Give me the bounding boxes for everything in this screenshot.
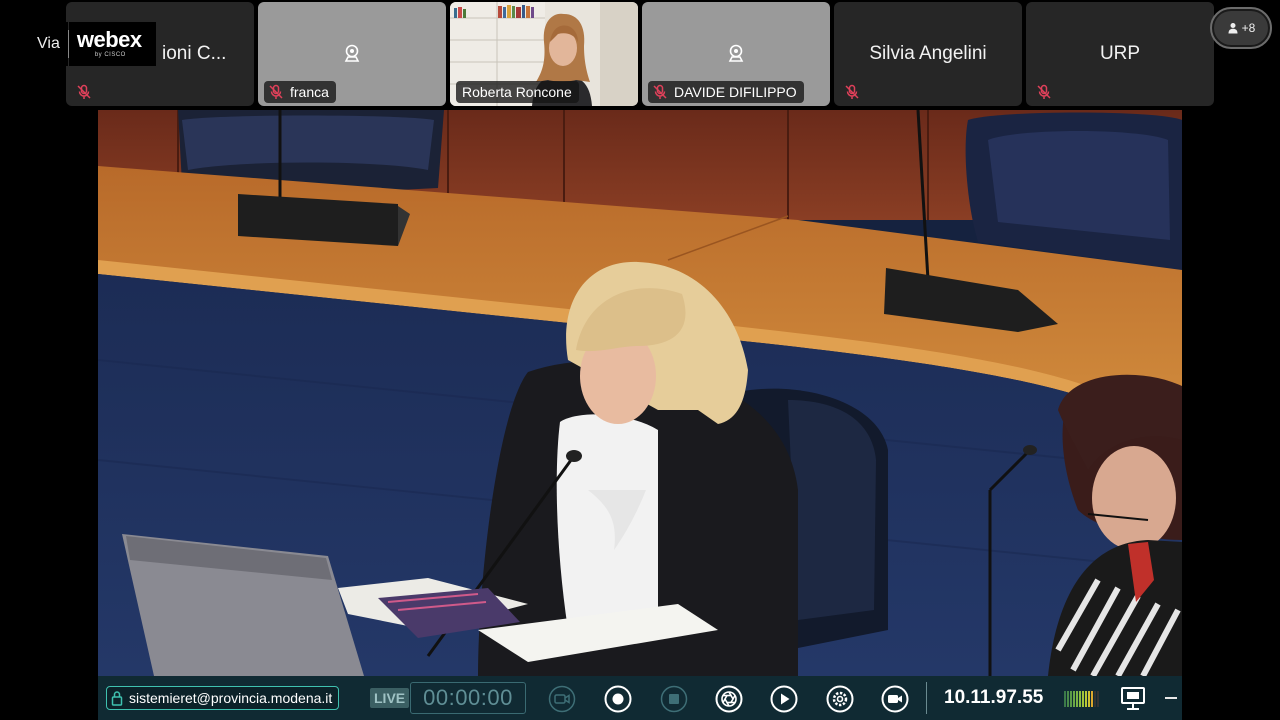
participant-name: franca: [290, 84, 329, 100]
lock-icon: [111, 691, 123, 706]
stream-timer: 00:00:00: [410, 682, 526, 714]
mic-off-icon: [1037, 84, 1051, 99]
play-icon: [770, 685, 798, 713]
record-button[interactable]: [604, 685, 632, 713]
monitor-button[interactable]: [1119, 685, 1147, 713]
via-label: Via: [0, 22, 68, 66]
mic-off-icon: [845, 84, 859, 99]
camera-placeholder-icon: [344, 44, 360, 62]
participant-name: Roberta Roncone: [462, 84, 572, 100]
camera-icon: [881, 685, 909, 713]
live-indicator: LIVE: [370, 688, 410, 708]
mic-off-icon: [269, 84, 283, 99]
webex-wordmark: webex: [76, 27, 142, 52]
settings-button[interactable]: [826, 685, 854, 713]
main-video-stage: [98, 110, 1182, 676]
participant-name: DAVIDE DIFILIPPO: [674, 84, 797, 100]
cisco-subtitle: by CISCO: [94, 52, 126, 58]
user-account-chip[interactable]: sistemieret@provincia.modena.it: [106, 686, 340, 710]
mic-off-icon: [653, 84, 667, 99]
ip-address: 10.11.97.55: [944, 687, 1044, 708]
settings-icon: [826, 685, 854, 713]
aperture-icon: [715, 685, 743, 713]
user-email: sistemieret@provincia.modena.it: [129, 690, 333, 706]
speaker-video: [98, 110, 1182, 676]
stop-button[interactable]: [660, 685, 688, 713]
more-participants-button[interactable]: +8: [1210, 7, 1272, 49]
record-icon: [604, 685, 632, 713]
participant-label: franca: [264, 81, 336, 103]
control-bar: sistemieret@provincia.modena.it LIVE 00:…: [98, 676, 1182, 720]
control-divider: [926, 682, 927, 714]
participant-tile-4[interactable]: DAVIDE DIFILIPPO: [642, 2, 830, 106]
participant-name: ioni C...: [162, 43, 227, 64]
camera-off-button[interactable]: [548, 685, 576, 713]
audio-level-meter: [1064, 689, 1099, 707]
minimize-icon[interactable]: [1165, 697, 1177, 699]
participant-name: Silvia Angelini: [869, 43, 987, 64]
participant-tile-6[interactable]: URP: [1026, 2, 1214, 106]
mic-off-icon: [77, 84, 91, 99]
person-icon: [1228, 23, 1238, 34]
more-participants-count: +8: [1241, 21, 1256, 35]
webex-logo: webex by CISCO: [68, 22, 156, 66]
participant-label: Roberta Roncone: [456, 81, 579, 103]
camera-off-icon: [548, 685, 576, 713]
snapshot-button[interactable]: [715, 685, 743, 713]
participant-name: URP: [1099, 43, 1141, 64]
camera-placeholder-icon: [728, 44, 744, 62]
stop-icon: [660, 685, 688, 713]
webex-badge: Via webex by CISCO: [0, 22, 168, 66]
camera-button[interactable]: [881, 685, 909, 713]
participant-label: DAVIDE DIFILIPPO: [648, 81, 804, 103]
play-button[interactable]: [770, 685, 798, 713]
participant-tile-3[interactable]: Roberta Roncone: [450, 2, 638, 106]
participant-tile-5[interactable]: Silvia Angelini: [834, 2, 1022, 106]
monitor-icon: [1121, 687, 1145, 710]
participant-tile-2[interactable]: franca: [258, 2, 446, 106]
